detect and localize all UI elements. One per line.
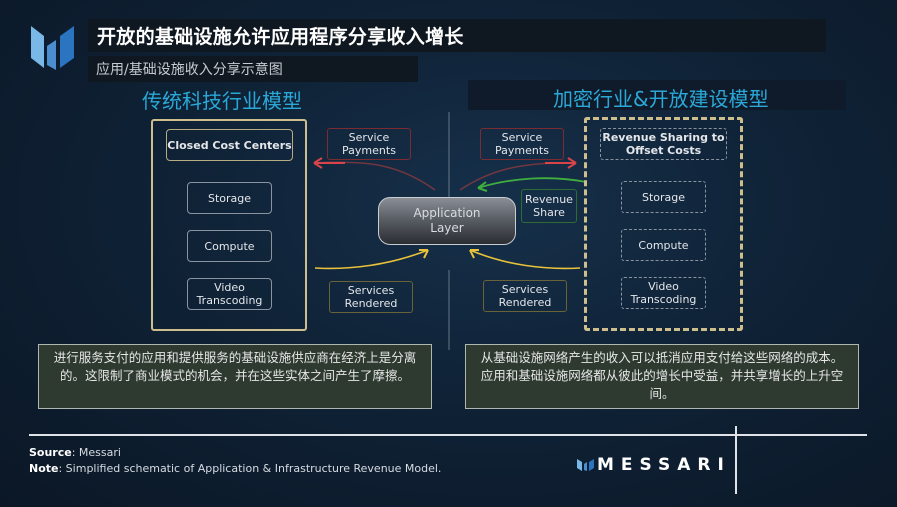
left-service-payments-box: Service Payments [327, 128, 411, 160]
left-rendered-arrow [314, 249, 429, 270]
note-value: : Simplified schematic of Application & … [58, 462, 442, 475]
right-compute-label: Compute [638, 238, 689, 252]
left-video-transcoding-label: Video Transcoding [196, 281, 263, 307]
left-services-rendered-label: Services Rendered [344, 284, 398, 310]
page-title: 开放的基础设施允许应用程序分享收入增长 [97, 26, 464, 48]
revenue-sharing-label: Revenue Sharing to Offset Costs [602, 131, 725, 157]
footer-vertical-divider [735, 426, 737, 494]
left-services-rendered-box: Services Rendered [329, 281, 413, 313]
closed-cost-centers-label: Closed Cost Centers [167, 138, 292, 152]
right-rendered-arrow [469, 249, 581, 270]
right-services-rendered-label: Services Rendered [498, 283, 552, 309]
note-text: Note: Simplified schematic of Applicatio… [29, 462, 441, 475]
left-service-payments-label: Service Payments [342, 131, 396, 157]
application-layer-box: Application Layer [378, 197, 516, 245]
left-storage-box: Storage [187, 182, 272, 214]
left-storage-label: Storage [207, 191, 252, 205]
left-compute-box: Compute [187, 230, 272, 262]
right-video-transcoding-box: Video Transcoding [621, 277, 706, 309]
source-label: Source [29, 446, 72, 459]
right-payment-arrow [459, 162, 577, 191]
revenue-share-label: Revenue Share [525, 193, 573, 219]
right-services-rendered-box: Services Rendered [483, 280, 567, 312]
source-value: : Messari [71, 446, 121, 459]
page-subtitle: 应用/基础设施收入分享示意图 [96, 62, 283, 78]
left-video-transcoding-box: Video Transcoding [187, 278, 272, 310]
right-video-transcoding-label: Video Transcoding [630, 280, 697, 306]
note-label: Note [29, 462, 59, 475]
left-compute-label: Compute [204, 239, 255, 253]
revenue-sharing-box: Revenue Sharing to Offset Costs [600, 128, 727, 160]
revenue-share-arrow [477, 177, 587, 189]
application-layer-label: Application Layer [413, 206, 481, 235]
revenue-share-box: Revenue Share [521, 189, 577, 223]
footer-divider [29, 434, 867, 436]
right-service-payments-box: Service Payments [480, 128, 564, 160]
right-storage-box: Storage [621, 181, 706, 213]
brand-wordmark: MESSARI [597, 455, 731, 475]
source-text: Source: Messari [29, 446, 121, 459]
left-section-title: 传统科技行业模型 [142, 89, 302, 113]
left-payment-arrow [313, 161, 436, 191]
right-service-payments-label: Service Payments [495, 131, 549, 157]
right-compute-box: Compute [621, 229, 706, 261]
right-storage-label: Storage [641, 190, 686, 204]
right-section-title: 加密行业&开放建设模型 [553, 87, 769, 111]
closed-cost-centers-box: Closed Cost Centers [166, 129, 293, 161]
left-description: 进行服务支付的应用和提供服务的基础设施供应商在经济上是分离的。这限制了商业模式的… [38, 344, 432, 409]
right-description: 从基础设施网络产生的收入可以抵消应用支付给这些网络的成本。应用和基础设施网络都从… [465, 344, 859, 409]
